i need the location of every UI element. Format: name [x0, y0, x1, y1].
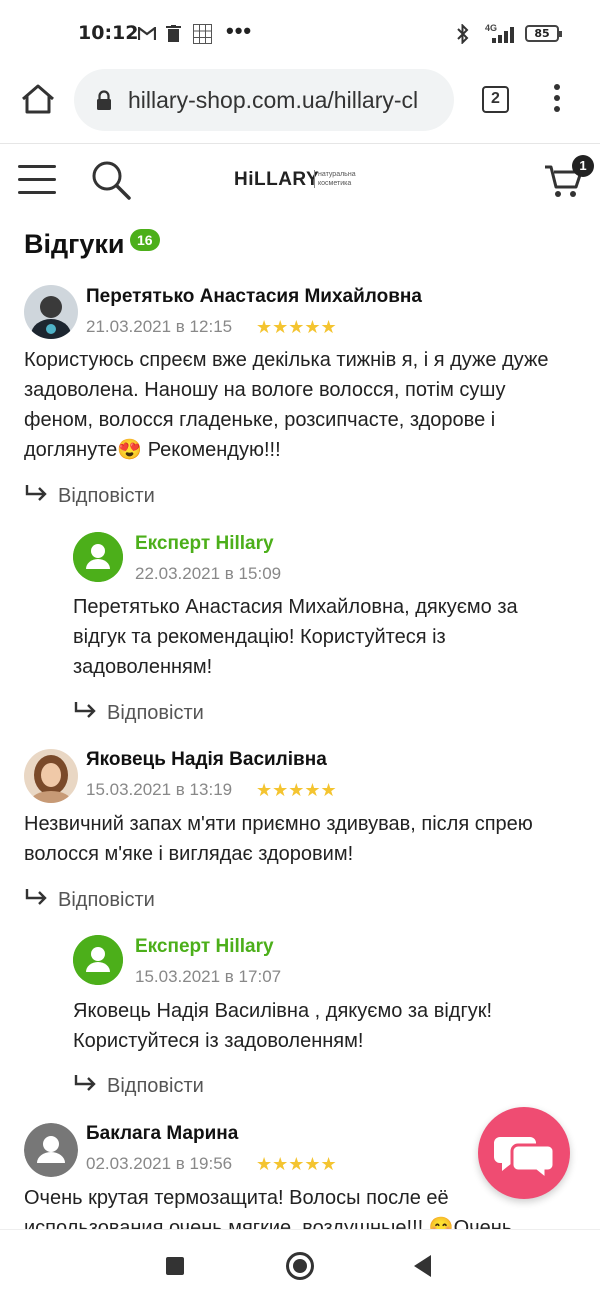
review-text: Незвичний запах м'яти приємно здивував, …: [24, 813, 533, 865]
expert-date: 22.03.2021 в 15:09: [135, 564, 282, 583]
chat-button[interactable]: [478, 1107, 570, 1199]
hamburger-menu-icon[interactable]: [18, 165, 56, 195]
reply-link[interactable]: Відповісти: [24, 484, 155, 508]
expert-avatar-icon: [73, 935, 123, 985]
reply-arrow-icon: [25, 485, 47, 501]
browser-toolbar: hillary-shop.com.ua/hillary-cl 2: [0, 66, 600, 144]
recent-apps-icon[interactable]: [166, 1257, 184, 1275]
search-icon[interactable]: [90, 159, 132, 201]
lock-icon: [97, 90, 111, 110]
cart-count-badge: 1: [572, 155, 594, 177]
back-icon[interactable]: [414, 1255, 431, 1277]
review-date: 21.03.2021 в 12:15: [86, 317, 233, 336]
status-time: 10:12: [78, 22, 139, 44]
review-author: Перетятько Анастасия Михайловна: [86, 286, 422, 307]
battery-indicator: 85: [525, 25, 562, 42]
trash-icon: [166, 25, 181, 42]
user-avatar: [24, 285, 78, 339]
reply-label: Відповісти: [58, 485, 155, 507]
home-nav-icon[interactable]: [286, 1252, 314, 1280]
review-author: Баклага Марина: [86, 1123, 239, 1144]
reply-link[interactable]: Відповісти: [24, 888, 155, 912]
reply-label: Відповісти: [107, 1075, 204, 1097]
reply-link[interactable]: Відповісти: [73, 1074, 204, 1098]
site-logo[interactable]: HiLLARY натуральна косметика: [234, 169, 356, 191]
expert-name: Експерт Hillary: [135, 533, 274, 554]
browser-menu-icon[interactable]: [546, 80, 568, 120]
rating-stars: ★★★★★: [256, 780, 337, 800]
address-bar[interactable]: hillary-shop.com.ua/hillary-cl: [74, 69, 454, 131]
home-icon[interactable]: [18, 80, 58, 120]
rating-stars: ★★★★★: [256, 1154, 337, 1174]
system-nav-bar: [0, 1229, 600, 1299]
reply-arrow-icon: [74, 702, 96, 718]
expert-date: 15.03.2021 в 17:07: [135, 967, 282, 986]
default-avatar-icon: [24, 1123, 78, 1177]
site-header: HiLLARY натуральна косметика 1: [0, 145, 600, 221]
logo-tagline: натуральна косметика: [314, 170, 374, 188]
chat-icon: [494, 1137, 556, 1183]
expert-avatar-icon: [73, 532, 123, 582]
reviews-count-badge: 16: [130, 229, 160, 251]
reply-arrow-icon: [25, 889, 47, 905]
gmail-icon: [138, 27, 156, 40]
expert-text: Яковець Надія Василівна , дякуємо за від…: [73, 1000, 493, 1052]
status-bar: 10:12 ••• 4G 85: [0, 0, 600, 66]
review-text: Користуюсь спреєм вже декілька тижнів я,…: [24, 349, 549, 461]
sudoku-icon: [193, 24, 212, 44]
tabs-count-button[interactable]: 2: [482, 86, 509, 113]
more-icon: •••: [226, 18, 253, 43]
review-date: 15.03.2021 в 13:19: [86, 780, 233, 799]
review-author: Яковець Надія Василівна: [86, 749, 327, 770]
reply-label: Відповісти: [107, 702, 204, 724]
review-date: 02.03.2021 в 19:56: [86, 1154, 233, 1173]
rating-stars: ★★★★★: [256, 317, 337, 337]
expert-name: Експерт Hillary: [135, 936, 274, 957]
user-avatar: [24, 749, 78, 803]
signal-4g-icon: [492, 27, 514, 43]
expert-text: Перетятько Анастасия Михайловна, дякуємо…: [73, 596, 518, 678]
reviews-title: Відгуки: [24, 229, 125, 259]
reply-label: Відповісти: [58, 889, 155, 911]
reply-arrow-icon: [74, 1075, 96, 1091]
reviews-section: Відгуки 16 Перетятько Анастасия Михайлов…: [0, 221, 600, 1229]
reply-link[interactable]: Відповісти: [73, 701, 204, 725]
logo-text: HiLLARY: [234, 169, 320, 190]
url-text[interactable]: hillary-shop.com.ua/hillary-cl: [128, 87, 418, 114]
bluetooth-icon: [457, 24, 469, 44]
